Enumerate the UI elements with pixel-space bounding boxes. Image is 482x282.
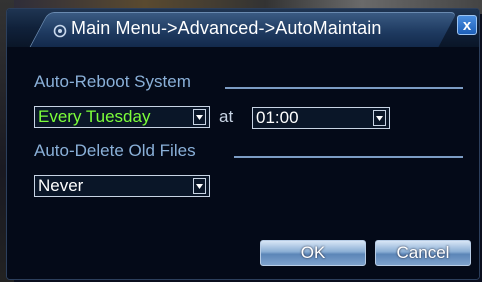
close-icon: x: [462, 16, 472, 34]
reboot-time-select[interactable]: 01:00: [252, 107, 390, 129]
dialog-title-text: Main Menu->Advanced->AutoMaintain: [71, 18, 382, 38]
chevron-down-icon: [373, 110, 386, 126]
dialog-title: Main Menu->Advanced->AutoMaintain: [53, 18, 381, 39]
reboot-schedule-value: Every Tuesday: [38, 107, 151, 126]
close-button[interactable]: x: [457, 15, 477, 35]
auto-reboot-label: Auto-Reboot System: [34, 72, 191, 91]
auto-delete-divider: [234, 156, 463, 158]
auto-delete-select[interactable]: Never: [34, 175, 210, 197]
title-bar: Main Menu->Advanced->AutoMaintain x: [7, 9, 479, 48]
content-panel: Auto-Reboot System Every Tuesday at 01:0…: [7, 47, 479, 279]
at-label: at: [219, 107, 234, 126]
chevron-down-icon: [193, 109, 206, 125]
auto-reboot-divider: [225, 87, 463, 89]
auto-delete-value: Never: [38, 176, 84, 195]
gear-icon: [53, 22, 67, 37]
reboot-schedule-select[interactable]: Every Tuesday: [34, 106, 210, 128]
chevron-down-icon: [193, 178, 206, 194]
ok-button[interactable]: OK: [260, 240, 366, 266]
reboot-time-value: 01:00: [256, 108, 299, 127]
auto-delete-label: Auto-Delete Old Files: [34, 141, 196, 160]
cancel-button[interactable]: Cancel: [375, 240, 471, 266]
automaintain-dialog: Main Menu->Advanced->AutoMaintain x Auto…: [6, 8, 480, 280]
